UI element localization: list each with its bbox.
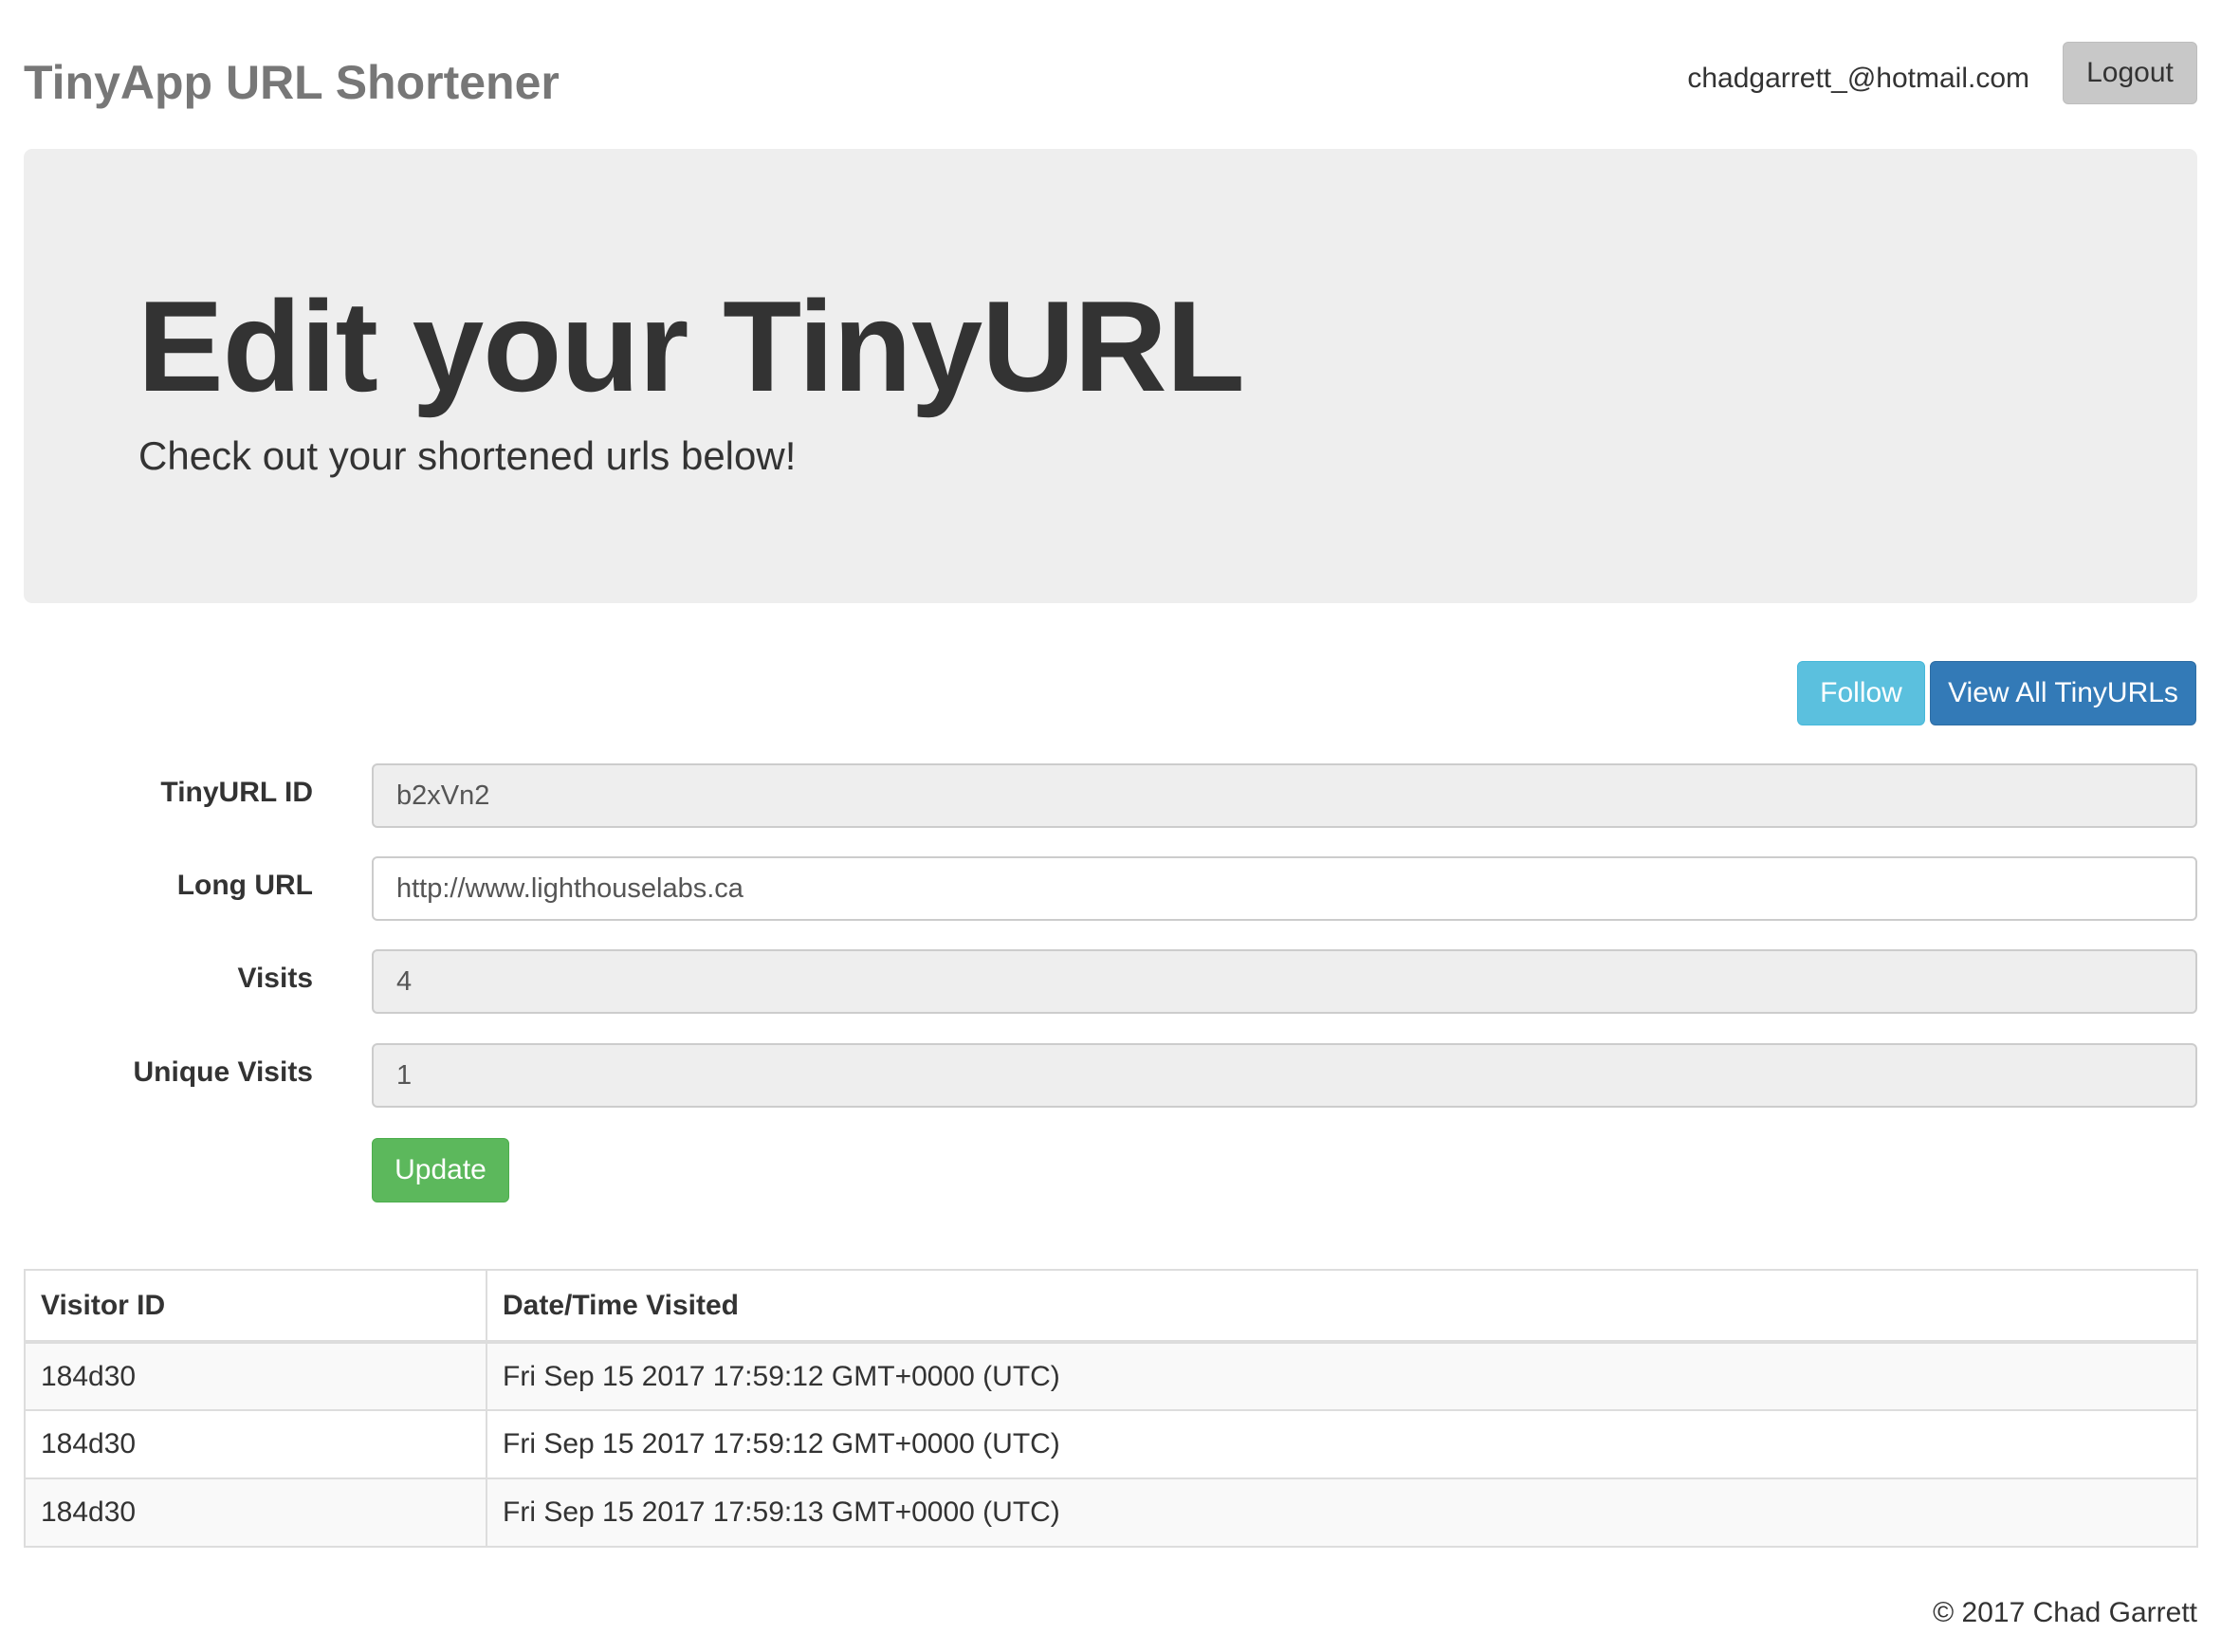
update-button[interactable]: Update xyxy=(372,1138,509,1202)
visitor-id-cell: 184d30 xyxy=(24,1341,487,1411)
page-subtitle: Check out your shortened urls below! xyxy=(138,433,797,478)
visitor-id-header: Visitor ID xyxy=(24,1269,487,1344)
datetime-visited-header: Date/Time Visited xyxy=(486,1269,2198,1344)
tinyurl-id-label: TinyURL ID xyxy=(160,777,313,808)
user-email: chadgarrett_@hotmail.com xyxy=(1687,63,2029,94)
long-url-label: Long URL xyxy=(176,870,313,901)
visits-label: Visits xyxy=(237,963,314,994)
jumbotron: Edit your TinyURL Check out your shorten… xyxy=(24,149,2197,603)
datetime-visited-cell: Fri Sep 15 2017 17:59:12 GMT+0000 (UTC) xyxy=(486,1341,2198,1411)
visits-field: 4 xyxy=(372,949,2197,1014)
brand-title[interactable]: TinyApp URL Shortener xyxy=(24,55,560,110)
table-row: 184d30 Fri Sep 15 2017 17:59:12 GMT+0000… xyxy=(24,1409,2198,1479)
tinyurl-id-field: b2xVn2 xyxy=(372,763,2197,828)
navbar: TinyApp URL Shortener chadgarrett_@hotma… xyxy=(24,42,2197,110)
page-title: Edit your TinyURL xyxy=(138,274,1245,418)
footer-copyright: © 2017 Chad Garrett xyxy=(1933,1597,2197,1628)
follow-button[interactable]: Follow xyxy=(1797,661,1925,725)
logout-button[interactable]: Logout xyxy=(2063,42,2197,104)
view-all-tinyurls-button[interactable]: View All TinyURLs xyxy=(1930,661,2196,725)
visitor-id-cell: 184d30 xyxy=(24,1478,487,1548)
datetime-visited-cell: Fri Sep 15 2017 17:59:13 GMT+0000 (UTC) xyxy=(486,1478,2198,1548)
datetime-visited-cell: Fri Sep 15 2017 17:59:12 GMT+0000 (UTC) xyxy=(486,1409,2198,1479)
visitor-id-cell: 184d30 xyxy=(24,1409,487,1479)
table-row: 184d30 Fri Sep 15 2017 17:59:13 GMT+0000… xyxy=(24,1478,2198,1548)
visits-table: Visitor ID Date/Time Visited 184d30 Fri … xyxy=(24,1269,2198,1548)
table-header-row: Visitor ID Date/Time Visited xyxy=(24,1269,2198,1344)
page: TinyApp URL Shortener chadgarrett_@hotma… xyxy=(0,0,2221,1652)
long-url-input[interactable]: http://www.lighthouselabs.ca xyxy=(372,856,2197,921)
unique-visits-label: Unique Visits xyxy=(133,1056,314,1088)
table-row: 184d30 Fri Sep 15 2017 17:59:12 GMT+0000… xyxy=(24,1341,2198,1411)
unique-visits-field: 1 xyxy=(372,1043,2197,1108)
